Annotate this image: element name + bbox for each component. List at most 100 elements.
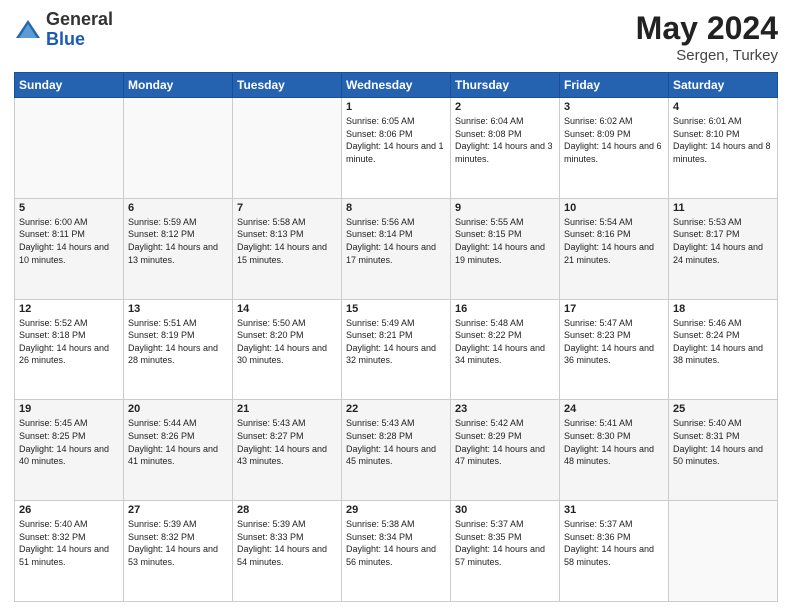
day-number-3-2: 21: [237, 403, 337, 415]
logo: General Blue: [14, 10, 113, 50]
calendar-cell-2-0: 12Sunrise: 5:52 AM Sunset: 8:18 PM Dayli…: [15, 299, 124, 400]
title-block: May 2024 Sergen, Turkey: [636, 10, 778, 64]
day-number-2-4: 16: [455, 303, 555, 315]
day-info-3-6: Sunrise: 5:40 AM Sunset: 8:31 PM Dayligh…: [673, 417, 773, 467]
day-info-0-4: Sunrise: 6:04 AM Sunset: 8:08 PM Dayligh…: [455, 115, 555, 165]
day-number-1-5: 10: [564, 202, 664, 214]
day-number-3-4: 23: [455, 403, 555, 415]
week-row-3: 19 Sunrise: 5:45 AM Sunset: 8:25 PM Dayli…: [15, 400, 778, 501]
calendar-cell-3-5: 24 Sunrise: 5:41 AM Sunset: 8:30 PM Dayli…: [560, 400, 669, 501]
calendar-cell-3-2: 21 Sunrise: 5:43 AM Sunset: 8:27 PM Dayli…: [233, 400, 342, 501]
day-number-4-2: 28: [237, 504, 337, 516]
logo-blue: Blue: [46, 30, 113, 50]
day-info-2-1: Sunrise: 5:51 AM Sunset: 8:19 PM Dayligh…: [128, 317, 228, 367]
calendar-cell-0-5: 3 Sunrise: 6:02 AM Sunset: 8:09 PM Daylig…: [560, 98, 669, 199]
calendar-cell-2-1: 13 Sunrise: 5:51 AM Sunset: 8:19 PM Dayli…: [124, 299, 233, 400]
day-info-2-0: Sunrise: 5:52 AM Sunset: 8:18 PM Dayligh…: [19, 317, 119, 367]
calendar-cell-2-2: 14 Sunrise: 5:50 AM Sunset: 8:20 PM Dayli…: [233, 299, 342, 400]
calendar-cell-1-0: 5Sunrise: 6:00 AM Sunset: 8:11 PM Daylig…: [15, 198, 124, 299]
calendar-cell-1-3: 8Sunrise: 5:56 AM Sunset: 8:14 PM Daylig…: [342, 198, 451, 299]
calendar-cell-4-6: [669, 501, 778, 602]
calendar-cell-0-1: [124, 98, 233, 199]
calendar-cell-3-4: 23 Sunrise: 5:42 AM Sunset: 8:29 PM Dayli…: [451, 400, 560, 501]
day-info-2-5: Sunrise: 5:47 AM Sunset: 8:23 PM Dayligh…: [564, 317, 664, 367]
day-info-4-4: Sunrise: 5:37 AM Sunset: 8:35 PM Dayligh…: [455, 518, 555, 568]
day-number-4-1: 27: [128, 504, 228, 516]
day-number-3-3: 22: [346, 403, 446, 415]
day-number-1-1: 6: [128, 202, 228, 214]
logo-icon: [14, 16, 42, 44]
day-number-2-6: 18: [673, 303, 773, 315]
col-saturday: Saturday: [669, 73, 778, 98]
header: General Blue May 2024 Sergen, Turkey: [14, 10, 778, 64]
day-number-0-6: 4: [673, 101, 773, 113]
logo-general: General: [46, 10, 113, 30]
day-info-3-3: Sunrise: 5:43 AM Sunset: 8:28 PM Dayligh…: [346, 417, 446, 467]
logo-text: General Blue: [46, 10, 113, 50]
calendar-table: Sunday Monday Tuesday Wednesday Thursday…: [14, 72, 778, 602]
calendar-header-row: Sunday Monday Tuesday Wednesday Thursday…: [15, 73, 778, 98]
day-number-4-5: 31: [564, 504, 664, 516]
day-info-2-3: Sunrise: 5:49 AM Sunset: 8:21 PM Dayligh…: [346, 317, 446, 367]
week-row-4: 26 Sunrise: 5:40 AM Sunset: 8:32 PM Dayli…: [15, 501, 778, 602]
day-number-1-2: 7: [237, 202, 337, 214]
day-info-0-6: Sunrise: 6:01 AM Sunset: 8:10 PM Dayligh…: [673, 115, 773, 165]
calendar-cell-0-4: 2 Sunrise: 6:04 AM Sunset: 8:08 PM Daylig…: [451, 98, 560, 199]
col-friday: Friday: [560, 73, 669, 98]
calendar-cell-3-6: 25 Sunrise: 5:40 AM Sunset: 8:31 PM Dayli…: [669, 400, 778, 501]
calendar-cell-3-0: 19 Sunrise: 5:45 AM Sunset: 8:25 PM Dayli…: [15, 400, 124, 501]
day-info-3-2: Sunrise: 5:43 AM Sunset: 8:27 PM Dayligh…: [237, 417, 337, 467]
calendar-cell-1-5: 10Sunrise: 5:54 AM Sunset: 8:16 PM Dayli…: [560, 198, 669, 299]
calendar-cell-1-1: 6Sunrise: 5:59 AM Sunset: 8:12 PM Daylig…: [124, 198, 233, 299]
week-row-1: 5Sunrise: 6:00 AM Sunset: 8:11 PM Daylig…: [15, 198, 778, 299]
day-info-1-4: Sunrise: 5:55 AM Sunset: 8:15 PM Dayligh…: [455, 216, 555, 266]
calendar-cell-4-0: 26 Sunrise: 5:40 AM Sunset: 8:32 PM Dayli…: [15, 501, 124, 602]
day-number-0-4: 2: [455, 101, 555, 113]
day-number-4-0: 26: [19, 504, 119, 516]
calendar-cell-4-2: 28 Sunrise: 5:39 AM Sunset: 8:33 PM Dayli…: [233, 501, 342, 602]
col-sunday: Sunday: [15, 73, 124, 98]
calendar-cell-4-5: 31 Sunrise: 5:37 AM Sunset: 8:36 PM Dayli…: [560, 501, 669, 602]
day-info-3-0: Sunrise: 5:45 AM Sunset: 8:25 PM Dayligh…: [19, 417, 119, 467]
col-wednesday: Wednesday: [342, 73, 451, 98]
day-number-1-4: 9: [455, 202, 555, 214]
day-number-3-0: 19: [19, 403, 119, 415]
col-thursday: Thursday: [451, 73, 560, 98]
main-title: May 2024: [636, 10, 778, 47]
day-number-3-5: 24: [564, 403, 664, 415]
day-number-2-1: 13: [128, 303, 228, 315]
subtitle: Sergen, Turkey: [636, 47, 778, 64]
calendar-cell-4-4: 30 Sunrise: 5:37 AM Sunset: 8:35 PM Dayli…: [451, 501, 560, 602]
day-number-0-3: 1: [346, 101, 446, 113]
day-info-0-5: Sunrise: 6:02 AM Sunset: 8:09 PM Dayligh…: [564, 115, 664, 165]
calendar-cell-2-5: 17 Sunrise: 5:47 AM Sunset: 8:23 PM Dayli…: [560, 299, 669, 400]
day-info-1-2: Sunrise: 5:58 AM Sunset: 8:13 PM Dayligh…: [237, 216, 337, 266]
day-info-4-5: Sunrise: 5:37 AM Sunset: 8:36 PM Dayligh…: [564, 518, 664, 568]
day-info-2-6: Sunrise: 5:46 AM Sunset: 8:24 PM Dayligh…: [673, 317, 773, 367]
day-number-1-6: 11: [673, 202, 773, 214]
day-number-1-3: 8: [346, 202, 446, 214]
calendar-cell-0-2: [233, 98, 342, 199]
day-number-2-2: 14: [237, 303, 337, 315]
day-info-4-3: Sunrise: 5:38 AM Sunset: 8:34 PM Dayligh…: [346, 518, 446, 568]
day-number-3-1: 20: [128, 403, 228, 415]
calendar-cell-0-6: 4 Sunrise: 6:01 AM Sunset: 8:10 PM Daylig…: [669, 98, 778, 199]
day-info-4-1: Sunrise: 5:39 AM Sunset: 8:32 PM Dayligh…: [128, 518, 228, 568]
day-info-4-0: Sunrise: 5:40 AM Sunset: 8:32 PM Dayligh…: [19, 518, 119, 568]
calendar-cell-1-6: 11Sunrise: 5:53 AM Sunset: 8:17 PM Dayli…: [669, 198, 778, 299]
day-info-4-2: Sunrise: 5:39 AM Sunset: 8:33 PM Dayligh…: [237, 518, 337, 568]
calendar-cell-2-3: 15 Sunrise: 5:49 AM Sunset: 8:21 PM Dayli…: [342, 299, 451, 400]
day-info-3-5: Sunrise: 5:41 AM Sunset: 8:30 PM Dayligh…: [564, 417, 664, 467]
calendar-cell-4-1: 27 Sunrise: 5:39 AM Sunset: 8:32 PM Dayli…: [124, 501, 233, 602]
day-info-1-0: Sunrise: 6:00 AM Sunset: 8:11 PM Dayligh…: [19, 216, 119, 266]
day-number-2-3: 15: [346, 303, 446, 315]
day-number-4-4: 30: [455, 504, 555, 516]
calendar-cell-3-3: 22 Sunrise: 5:43 AM Sunset: 8:28 PM Dayli…: [342, 400, 451, 501]
week-row-0: 1Sunrise: 6:05 AM Sunset: 8:06 PM Daylig…: [15, 98, 778, 199]
day-number-2-5: 17: [564, 303, 664, 315]
calendar-cell-2-4: 16Sunrise: 5:48 AM Sunset: 8:22 PM Dayli…: [451, 299, 560, 400]
day-info-3-4: Sunrise: 5:42 AM Sunset: 8:29 PM Dayligh…: [455, 417, 555, 467]
day-number-0-5: 3: [564, 101, 664, 113]
day-info-2-2: Sunrise: 5:50 AM Sunset: 8:20 PM Dayligh…: [237, 317, 337, 367]
day-number-3-6: 25: [673, 403, 773, 415]
